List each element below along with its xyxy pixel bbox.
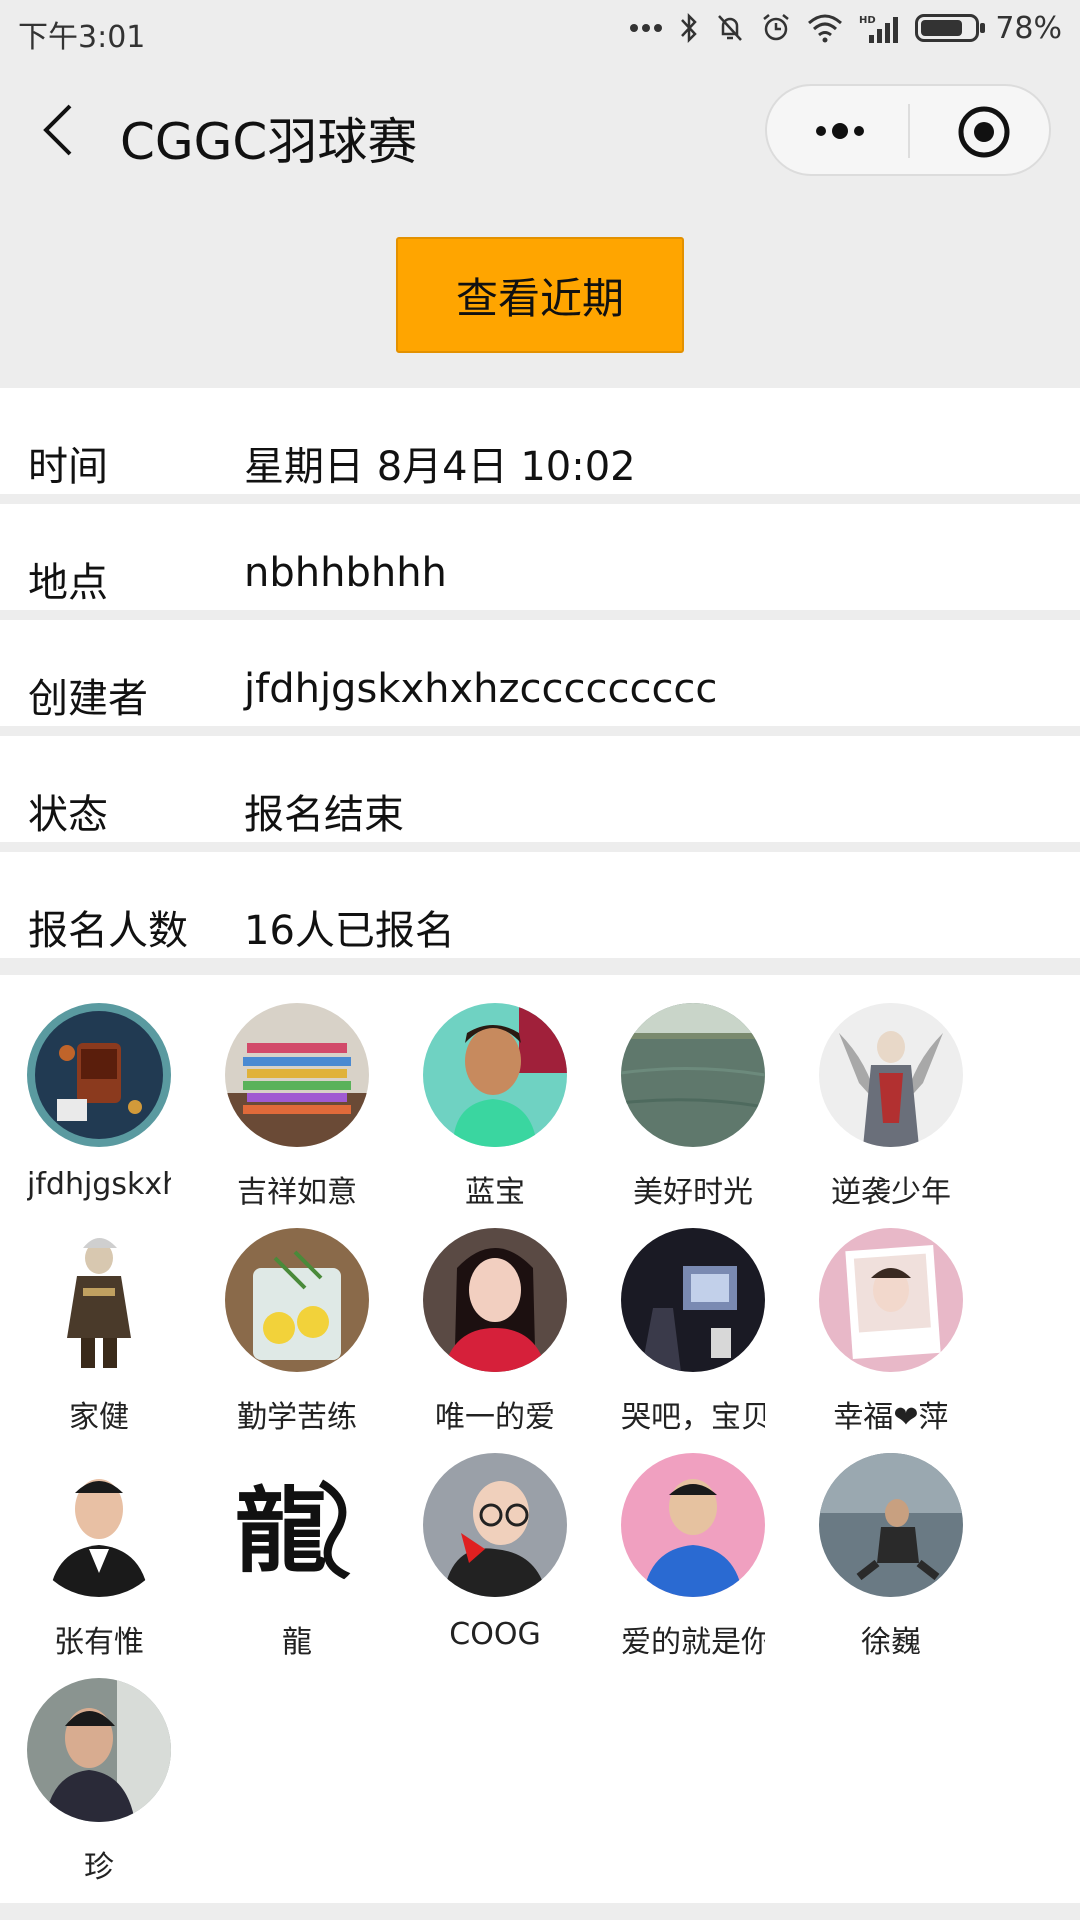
info-label: 时间 [28, 444, 108, 490]
participant-name: 珍 [84, 1850, 114, 1885]
info-value: 报名结束 [244, 792, 404, 838]
avatar[interactable] [27, 1228, 171, 1372]
info-label: 地点 [28, 560, 108, 606]
info-row-count: 报名人数 16人已报名 [0, 852, 1080, 958]
bottom-divider [0, 1903, 1080, 1920]
participant-item[interactable]: jfdhjgskxhxhzccccccccc [0, 975, 171, 1202]
wifi-icon [807, 10, 843, 46]
info-value: nbhhbhhh [244, 550, 447, 596]
info-label: 创建者 [28, 676, 148, 722]
participant-item[interactable]: 龍龍 [198, 1425, 369, 1660]
participant-item[interactable]: 逆袭少年 [792, 975, 963, 1210]
participant-item[interactable]: 美好时光 [594, 975, 765, 1210]
participant-name: 徐巍 [861, 1625, 921, 1660]
participant-name: 爱的就是你 [621, 1625, 765, 1660]
avatar[interactable] [27, 1003, 171, 1147]
avatar[interactable] [819, 1453, 963, 1597]
avatar[interactable] [621, 1228, 765, 1372]
avatar[interactable] [225, 1003, 369, 1147]
info-value: 星期日 8月4日 10:02 [244, 444, 636, 490]
status-time: 下午3:01 [18, 20, 146, 55]
info-row-location: 地点 nbhhbhhh [0, 504, 1080, 610]
participant-item[interactable]: 珍 [0, 1650, 171, 1885]
menu-capsule [765, 84, 1051, 176]
capsule-divider [908, 104, 910, 158]
participant-item[interactable]: 张有惟 [0, 1425, 171, 1660]
avatar[interactable] [423, 1003, 567, 1147]
info-row-creator: 创建者 jfdhjgskxhxhzccccccccc [0, 620, 1080, 726]
participant-name: COOG [449, 1617, 541, 1652]
hd-signal-icon: HD [859, 10, 899, 46]
avatar[interactable] [27, 1678, 171, 1822]
participant-item[interactable]: 蓝宝 [396, 975, 567, 1210]
more-icon[interactable] [805, 108, 875, 154]
info-label: 状态 [28, 792, 108, 838]
info-row-status: 状态 报名结束 [0, 736, 1080, 842]
battery-percent: 78% [995, 10, 1062, 46]
participant-item[interactable]: 幸福❤萍 [792, 1200, 963, 1435]
page-title: CGGC羽球赛 [120, 113, 418, 171]
view-recent-button[interactable]: 查看近期 [396, 237, 684, 353]
avatar[interactable] [423, 1228, 567, 1372]
bluetooth-icon [679, 10, 699, 46]
participant-item[interactable]: 爱的就是你 [594, 1425, 765, 1660]
info-label: 报名人数 [28, 908, 188, 954]
participant-item[interactable]: 唯一的爱 [396, 1200, 567, 1435]
info-value: jfdhjgskxhxhzccccccccc [244, 666, 718, 712]
avatar[interactable] [819, 1003, 963, 1147]
participant-item[interactable]: 家健 [0, 1200, 171, 1435]
participant-item[interactable]: 吉祥如意 [198, 975, 369, 1210]
avatar[interactable] [621, 1003, 765, 1147]
dots-icon [629, 10, 663, 46]
svg-text:龍: 龍 [235, 1477, 327, 1585]
avatar[interactable] [423, 1453, 567, 1597]
participant-item[interactable]: 哭吧，宝贝 [594, 1200, 765, 1435]
close-target-icon[interactable] [957, 105, 1011, 159]
avatar[interactable] [225, 1228, 369, 1372]
participant-name: jfdhjgskxhxhzccccccccc [27, 1167, 171, 1202]
participant-name: 龍 [282, 1625, 312, 1660]
info-row-time: 时间 星期日 8月4日 10:02 [0, 388, 1080, 494]
avatar[interactable] [621, 1453, 765, 1597]
alarm-icon [761, 10, 791, 46]
battery-icon [915, 14, 986, 42]
avatar[interactable] [819, 1228, 963, 1372]
participant-item[interactable]: 勤学苦练 [198, 1200, 369, 1435]
avatar[interactable] [27, 1453, 171, 1597]
participants-grid: jfdhjgskxhxhzccccccccc 吉祥如意蓝宝美好时光逆袭少年家健勤学… [0, 975, 1080, 1903]
participant-item[interactable]: 徐巍 [792, 1425, 963, 1660]
mute-bell-icon [715, 10, 745, 46]
status-icons: HD 78% [629, 10, 1062, 46]
event-info: 时间 星期日 8月4日 10:02 地点 nbhhbhhh 创建者 jfdhjg… [0, 388, 1080, 968]
svg-text:HD: HD [859, 15, 876, 26]
status-bar: 下午3:01 HD 78% [0, 0, 1080, 64]
back-icon[interactable] [30, 98, 90, 162]
participant-item[interactable]: COOG [396, 1425, 567, 1652]
avatar[interactable]: 龍 [225, 1453, 369, 1597]
nav-bar: CGGC羽球赛 [0, 64, 1080, 200]
info-value: 16人已报名 [244, 908, 455, 954]
